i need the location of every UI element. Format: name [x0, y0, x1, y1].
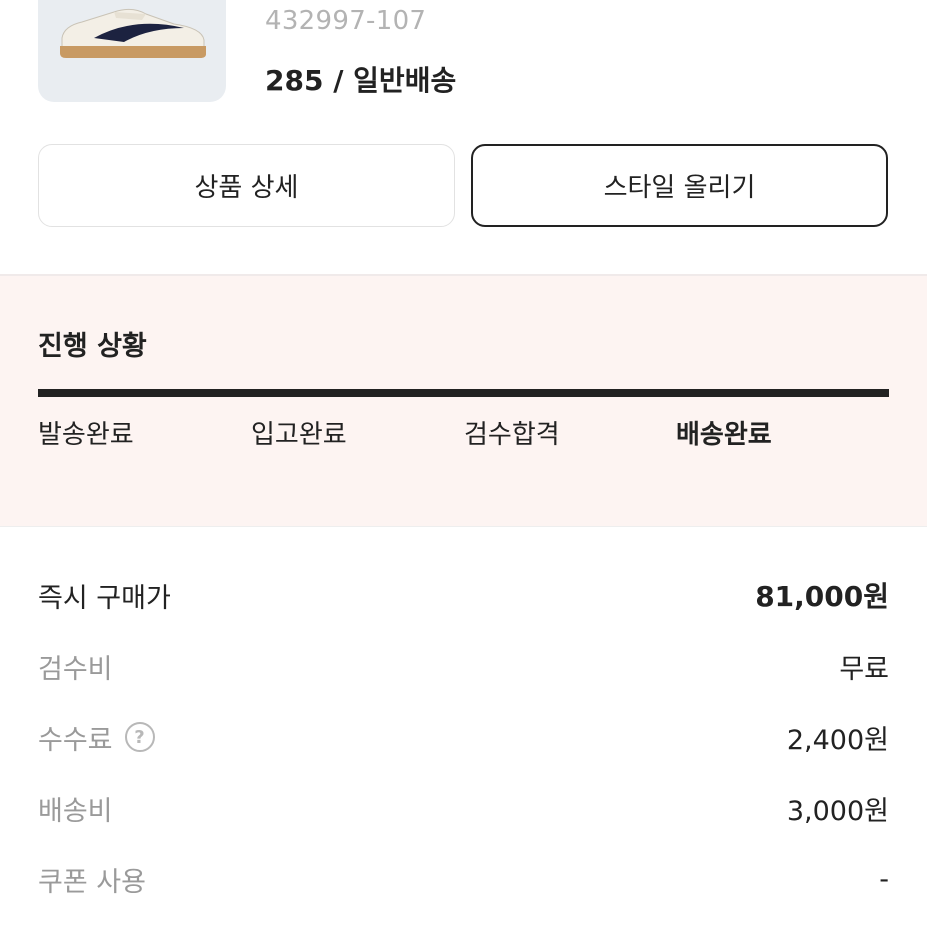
- question-circle-icon[interactable]: ?: [124, 722, 155, 752]
- price-row-commission: 수수료 ? 2,400원: [38, 717, 889, 757]
- buy-now-price-value: 81,000원: [755, 580, 889, 613]
- inspection-fee-label: 검수비: [38, 653, 113, 685]
- commission-label: 수수료: [38, 724, 113, 756]
- inspection-fee-value: 무료: [839, 653, 889, 685]
- model-number: 432997-107: [265, 6, 427, 36]
- price-row-coupon: 쿠폰 사용 -: [38, 859, 889, 899]
- progress-step-shipped: 발송완료: [38, 420, 134, 450]
- progress-step-delivered: 배송완료: [676, 420, 772, 450]
- upload-style-button[interactable]: 스타일 올리기: [471, 144, 888, 227]
- product-detail-button[interactable]: 상품 상세: [38, 144, 455, 227]
- commission-label-group: 수수료 ?: [38, 718, 155, 757]
- price-row-buy-now: 즉시 구매가 81,000원: [38, 575, 889, 615]
- section-divider: [0, 526, 927, 527]
- progress-bar: [38, 389, 889, 397]
- shipping-fee-value: 3,000원: [786, 795, 889, 827]
- coupon-label: 쿠폰 사용: [38, 866, 146, 898]
- size-shipping-option: 285 / 일반배송: [265, 64, 457, 97]
- shipping-fee-label: 배송비: [38, 795, 113, 827]
- price-row-inspection-fee: 검수비 무료: [38, 646, 889, 686]
- commission-value: 2,400원: [786, 724, 889, 756]
- product-thumbnail[interactable]: [38, 0, 226, 102]
- progress-step-received: 입고완료: [251, 420, 347, 450]
- progress-section: 진행 상황 발송완료 입고완료 검수합격 배송완료: [0, 276, 927, 526]
- coupon-value: -: [879, 863, 889, 895]
- price-row-shipping-fee: 배송비 3,000원: [38, 788, 889, 828]
- progress-step-inspection-passed: 검수합격: [464, 420, 560, 450]
- sneaker-image: [60, 8, 206, 58]
- buy-now-price-label: 즉시 구매가: [38, 582, 171, 614]
- progress-bar-fill: [38, 389, 889, 397]
- progress-title: 진행 상황: [38, 331, 147, 362]
